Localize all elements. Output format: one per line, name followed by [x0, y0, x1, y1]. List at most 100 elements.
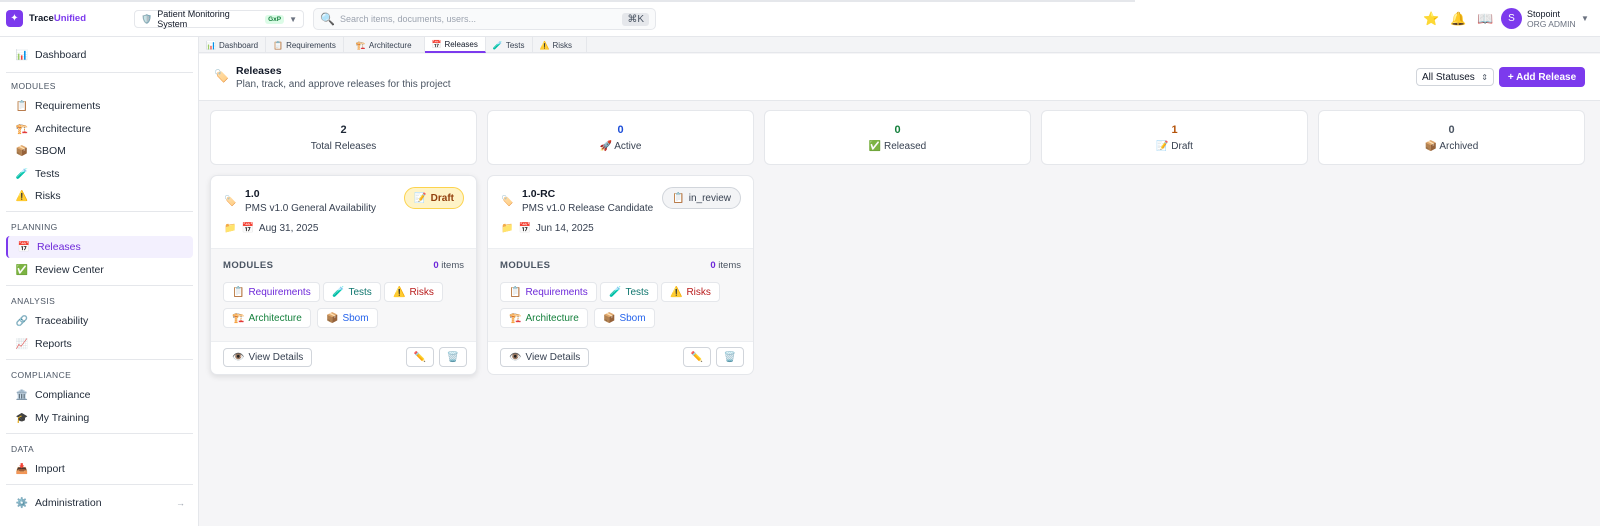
- section-modules: MODULES: [11, 81, 56, 91]
- sidebar-item-review-center[interactable]: ✅ Review Center: [6, 259, 193, 281]
- document-icon: 📋: [509, 286, 522, 298]
- user-name: Stopoint: [1527, 9, 1561, 19]
- module-chip-risks[interactable]: ⚠️ Risks: [661, 282, 720, 302]
- stat-label: Total Releases: [310, 141, 377, 152]
- tag-icon: 🏷️: [501, 196, 514, 207]
- stat-value: 0: [894, 124, 901, 136]
- module-chip-tests[interactable]: 🧪 Tests: [600, 282, 658, 302]
- clipboard-icon: 📋: [672, 192, 685, 204]
- document-icon: 📋: [273, 40, 284, 50]
- release-card-footer: 👁️ View Details ✏️ 🗑️: [488, 342, 753, 374]
- sidebar-item-reports[interactable]: 📈 Reports: [6, 333, 193, 355]
- tab-tests[interactable]: 🧪 Tests: [486, 37, 533, 53]
- folder-icon: 📁: [501, 223, 514, 234]
- user-menu[interactable]: Stopoint ORG ADMIN: [1527, 9, 1576, 29]
- calendar-icon: 📅: [431, 39, 442, 49]
- project-selector[interactable]: 🛡️ Patient Monitoring System GxP ▼: [134, 9, 304, 29]
- module-chip-architecture[interactable]: 🏗️ Architecture: [500, 308, 588, 328]
- release-card[interactable]: 🏷️ 1.0-RC PMS v1.0 Release Candidate 📁 📅…: [487, 175, 754, 375]
- crane-icon: 🏗️: [15, 123, 29, 135]
- status-filter-select[interactable]: All Statuses ⇕: [1416, 68, 1494, 86]
- sidebar-item-tests[interactable]: 🧪 Tests: [6, 163, 193, 185]
- warning-icon: ⚠️: [539, 40, 550, 50]
- sidebar-item-sbom[interactable]: 📦 SBOM: [6, 140, 193, 162]
- search-input[interactable]: 🔍 Search items, documents, users... ⌘K: [313, 8, 656, 30]
- stat-value: 1: [1171, 124, 1178, 136]
- warning-icon: ⚠️: [670, 286, 683, 298]
- sidebar: 📊 Dashboard MODULES 📋 Requirements 🏗️ Archi…: [0, 37, 199, 526]
- check-icon: ✅: [15, 264, 29, 276]
- sidebar-item-requirements[interactable]: 📋 Requirements: [6, 95, 193, 117]
- stat-archived: 0 📦 Archived: [1318, 110, 1585, 165]
- memo-icon: 📝: [414, 192, 427, 204]
- add-release-button[interactable]: + Add Release: [1499, 67, 1585, 87]
- module-chip-architecture[interactable]: 🏗️ Architecture: [223, 308, 311, 328]
- release-card-header: 🏷️ 1.0-RC PMS v1.0 Release Candidate 📁 📅…: [488, 176, 753, 248]
- edit-button[interactable]: ✏️: [683, 347, 711, 367]
- sidebar-item-architecture[interactable]: 🏗️ Architecture: [6, 118, 193, 140]
- sidebar-item-releases[interactable]: 📅 Releases: [6, 236, 193, 258]
- tab-dashboard[interactable]: 📊 Dashboard: [199, 37, 267, 53]
- sidebar-item-risks[interactable]: ⚠️ Risks: [6, 185, 193, 207]
- modules-label: MODULES: [500, 260, 551, 271]
- tab-requirements[interactable]: 📋 Requirements: [266, 37, 344, 53]
- tab-architecture[interactable]: 🏗️ Architecture: [344, 37, 425, 53]
- gear-icon: ⚙️: [15, 497, 29, 509]
- sidebar-item-import[interactable]: 📥 Import: [6, 458, 193, 480]
- sidebar-divider: [6, 359, 193, 360]
- test-tube-icon: 🧪: [609, 286, 622, 298]
- tab-strip: 📊 Dashboard 📋 Requirements 🏗️ Architecture …: [199, 37, 1600, 53]
- search-shortcut: ⌘K: [622, 12, 649, 26]
- tab-releases[interactable]: 📅 Releases: [424, 37, 486, 53]
- modules-count: 0 items: [710, 260, 741, 271]
- module-chip-sbom[interactable]: 📦 Sbom: [594, 308, 655, 328]
- delete-button[interactable]: 🗑️: [716, 347, 744, 367]
- release-version: 1.0-RC: [522, 188, 556, 200]
- release-card-header: 🏷️ 1.0 PMS v1.0 General Availability 📁 📅…: [211, 176, 476, 248]
- package-icon: 📦: [326, 312, 339, 324]
- bell-icon[interactable]: 🔔: [1450, 11, 1466, 27]
- view-details-button[interactable]: 👁️ View Details: [223, 348, 313, 367]
- user-role: ORG ADMIN: [1527, 19, 1576, 29]
- sidebar-item-dashboard[interactable]: 📊 Dashboard: [6, 44, 193, 66]
- check-icon: ✅: [868, 141, 882, 152]
- eye-icon: 👁️: [232, 352, 245, 363]
- search-placeholder: Search items, documents, users...: [339, 14, 477, 24]
- chevron-down-icon: ▼: [289, 14, 297, 24]
- module-chip-tests[interactable]: 🧪 Tests: [323, 282, 381, 302]
- pencil-icon: ✏️: [413, 351, 427, 363]
- trash-icon: 🗑️: [723, 351, 737, 363]
- project-name: Patient Monitoring System: [157, 9, 230, 29]
- avatar[interactable]: S: [1501, 8, 1522, 29]
- document-icon: 📋: [232, 286, 245, 298]
- module-chip-requirements[interactable]: 📋 Requirements: [223, 282, 320, 302]
- graduation-cap-icon: 🎓: [15, 412, 29, 424]
- edit-button[interactable]: ✏️: [406, 347, 434, 367]
- star-icon[interactable]: ⭐: [1423, 11, 1439, 27]
- warning-icon: ⚠️: [393, 286, 406, 298]
- book-icon[interactable]: 📖: [1477, 11, 1493, 27]
- module-chip-requirements[interactable]: 📋 Requirements: [500, 282, 597, 302]
- brand[interactable]: ✦ TraceUnified: [6, 10, 86, 27]
- release-card[interactable]: 🏷️ 1.0 PMS v1.0 General Availability 📁 📅…: [210, 175, 477, 375]
- sidebar-item-my-training[interactable]: 🎓 My Training: [6, 407, 193, 429]
- sidebar-divider: [6, 285, 193, 286]
- module-chip-sbom[interactable]: 📦 Sbom: [317, 308, 378, 328]
- sidebar-item-traceability[interactable]: 🔗 Traceability: [6, 310, 193, 332]
- line-chart-icon: 📈: [15, 338, 29, 350]
- delete-button[interactable]: 🗑️: [439, 347, 467, 367]
- shield-icon: 🛡️: [141, 13, 153, 24]
- sidebar-divider: [6, 211, 193, 212]
- folder-icon: 📁: [224, 223, 237, 234]
- view-details-button[interactable]: 👁️ View Details: [500, 348, 590, 367]
- calendar-icon: 📅: [518, 223, 531, 234]
- chevron-down-icon[interactable]: ▼: [1581, 14, 1589, 23]
- sidebar-item-administration[interactable]: ⚙️ Administration →: [6, 492, 193, 514]
- release-date: 📁 📅 Aug 31, 2025: [224, 223, 319, 234]
- module-chip-risks[interactable]: ⚠️ Risks: [384, 282, 443, 302]
- sidebar-item-compliance[interactable]: 🏛️ Compliance: [6, 384, 193, 406]
- status-badge: 📋 in_review: [662, 187, 741, 209]
- tab-risks[interactable]: ⚠️ Risks: [533, 37, 588, 53]
- page-header: 🏷️ Releases Plan, track, and approve rel…: [199, 54, 1600, 101]
- sidebar-divider: [6, 72, 193, 73]
